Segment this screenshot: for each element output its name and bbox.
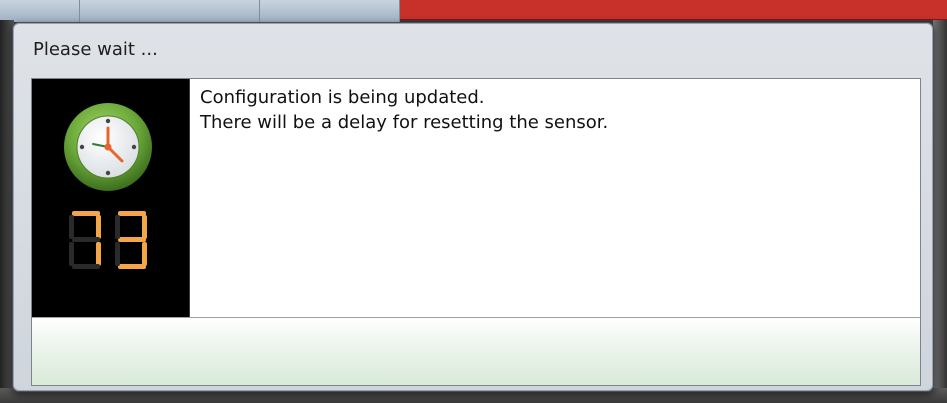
message-line-1: Configuration is being updated. (200, 87, 485, 108)
message-area: Configuration is being updated. There wi… (190, 79, 920, 317)
message-line-2: There will be a delay for resetting the … (200, 112, 609, 133)
please-wait-dialog: Please wait ... Configuration is being u… (12, 22, 934, 392)
countdown-digit-7 (69, 211, 101, 269)
dialog-footer (32, 317, 920, 385)
dialog-title: Please wait ... (33, 38, 158, 60)
dialog-client-area: 73 Configuration is being updated. There… (31, 78, 921, 386)
clock-icon (62, 101, 154, 193)
background-tabs (0, 0, 400, 22)
icon-panel: 73 (32, 79, 190, 317)
background-status-bar (400, 0, 947, 20)
countdown-display: 73 (66, 209, 156, 271)
dialog-titlebar[interactable]: Please wait ... (13, 23, 933, 75)
background-tab (260, 0, 400, 22)
countdown-digit-3 (115, 211, 147, 269)
background-edge (933, 20, 947, 403)
background-tab (80, 0, 260, 22)
background-tab (0, 0, 80, 22)
